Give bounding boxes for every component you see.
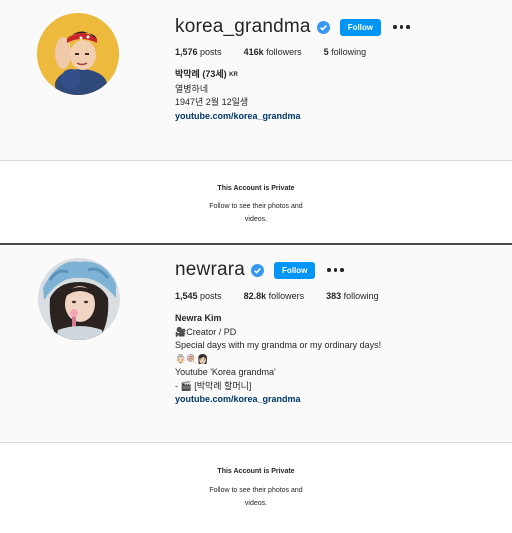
posts-stat: 1,545 posts [175, 291, 222, 301]
posts-label: posts [200, 291, 222, 301]
followers-stat[interactable]: 82.8k followers [244, 291, 305, 301]
verified-badge-icon [316, 20, 330, 34]
posts-label: posts [200, 47, 222, 57]
username-row: newrara Follow [175, 259, 344, 281]
bio-line: 열병하네 [175, 83, 209, 94]
followers-label: followers [268, 291, 305, 301]
verified-badge-icon [251, 263, 265, 277]
bio: Newra Kim 🎥Creator / PD Special days wit… [175, 312, 381, 407]
bio-line: 🎥Creator / PD [175, 326, 237, 337]
bio-line: - 🎬 [박막례 할머니] [175, 380, 252, 391]
followers-count: 416k [243, 47, 264, 57]
profile-stats: 1,576 posts 416k followers 5 following [175, 47, 366, 57]
private-subtitle-line1: Follow to see their photos and [209, 487, 303, 494]
bio-line: 👵🏻🍭👩🏻 [175, 353, 209, 364]
following-label: following [343, 291, 379, 301]
follow-button[interactable]: Follow [339, 18, 382, 36]
bio-name: 박막례 (73세) [175, 69, 227, 79]
bio-line: Youtube 'Korea grandma' [175, 367, 276, 377]
bio-name: Newra Kim [175, 313, 222, 323]
followers-label: followers [266, 47, 302, 57]
following-stat[interactable]: 5 following [324, 47, 367, 57]
profile-header-newrara: newrara Follow 1,545 posts 82.8k followe… [0, 245, 512, 442]
following-count: 5 [323, 47, 329, 57]
private-account-notice: This Account is Private Follow to see th… [0, 160, 512, 244]
posts-count: 1,576 [175, 47, 198, 57]
bio-name-suffix: KR [229, 72, 238, 78]
avatar[interactable] [37, 13, 119, 95]
username: korea_grandma [175, 16, 311, 37]
followers-stat[interactable]: 416k followers [244, 47, 302, 57]
following-count: 383 [326, 291, 342, 301]
private-account-notice: This Account is Private Follow to see th… [0, 442, 512, 533]
following-label: following [331, 47, 367, 57]
private-title: This Account is Private [217, 185, 295, 192]
follow-button[interactable]: Follow [274, 261, 316, 279]
private-title: This Account is Private [217, 468, 295, 475]
avatar[interactable] [38, 258, 120, 340]
posts-count: 1,545 [175, 291, 198, 301]
username: newrara [175, 259, 246, 280]
private-subtitle-line2: videos. [244, 216, 268, 223]
following-stat[interactable]: 383 following [326, 291, 379, 301]
more-options-icon[interactable] [327, 268, 344, 272]
bio-link[interactable]: youtube.com/korea_grandma [175, 393, 381, 407]
more-options-icon[interactable] [393, 25, 410, 29]
followers-count: 82.8k [243, 291, 267, 301]
bio: 박막례 (73세) KR 열병하네 1947년 2월 12일생 youtube.… [175, 68, 301, 123]
profile-header-korea-grandma: korea_grandma Follow 1,576 posts 416k fo… [0, 0, 512, 160]
private-subtitle-line1: Follow to see their photos and [209, 203, 303, 210]
username-row: korea_grandma Follow [175, 16, 410, 38]
profile-stats: 1,545 posts 82.8k followers 383 followin… [175, 291, 379, 301]
posts-stat: 1,576 posts [175, 47, 222, 57]
bio-line: Special days with my grandma or my ordin… [175, 340, 382, 350]
bio-line: 1947년 2월 12일생 [175, 97, 249, 107]
bio-link[interactable]: youtube.com/korea_grandma [175, 110, 301, 124]
private-subtitle-line2: videos. [244, 500, 268, 507]
